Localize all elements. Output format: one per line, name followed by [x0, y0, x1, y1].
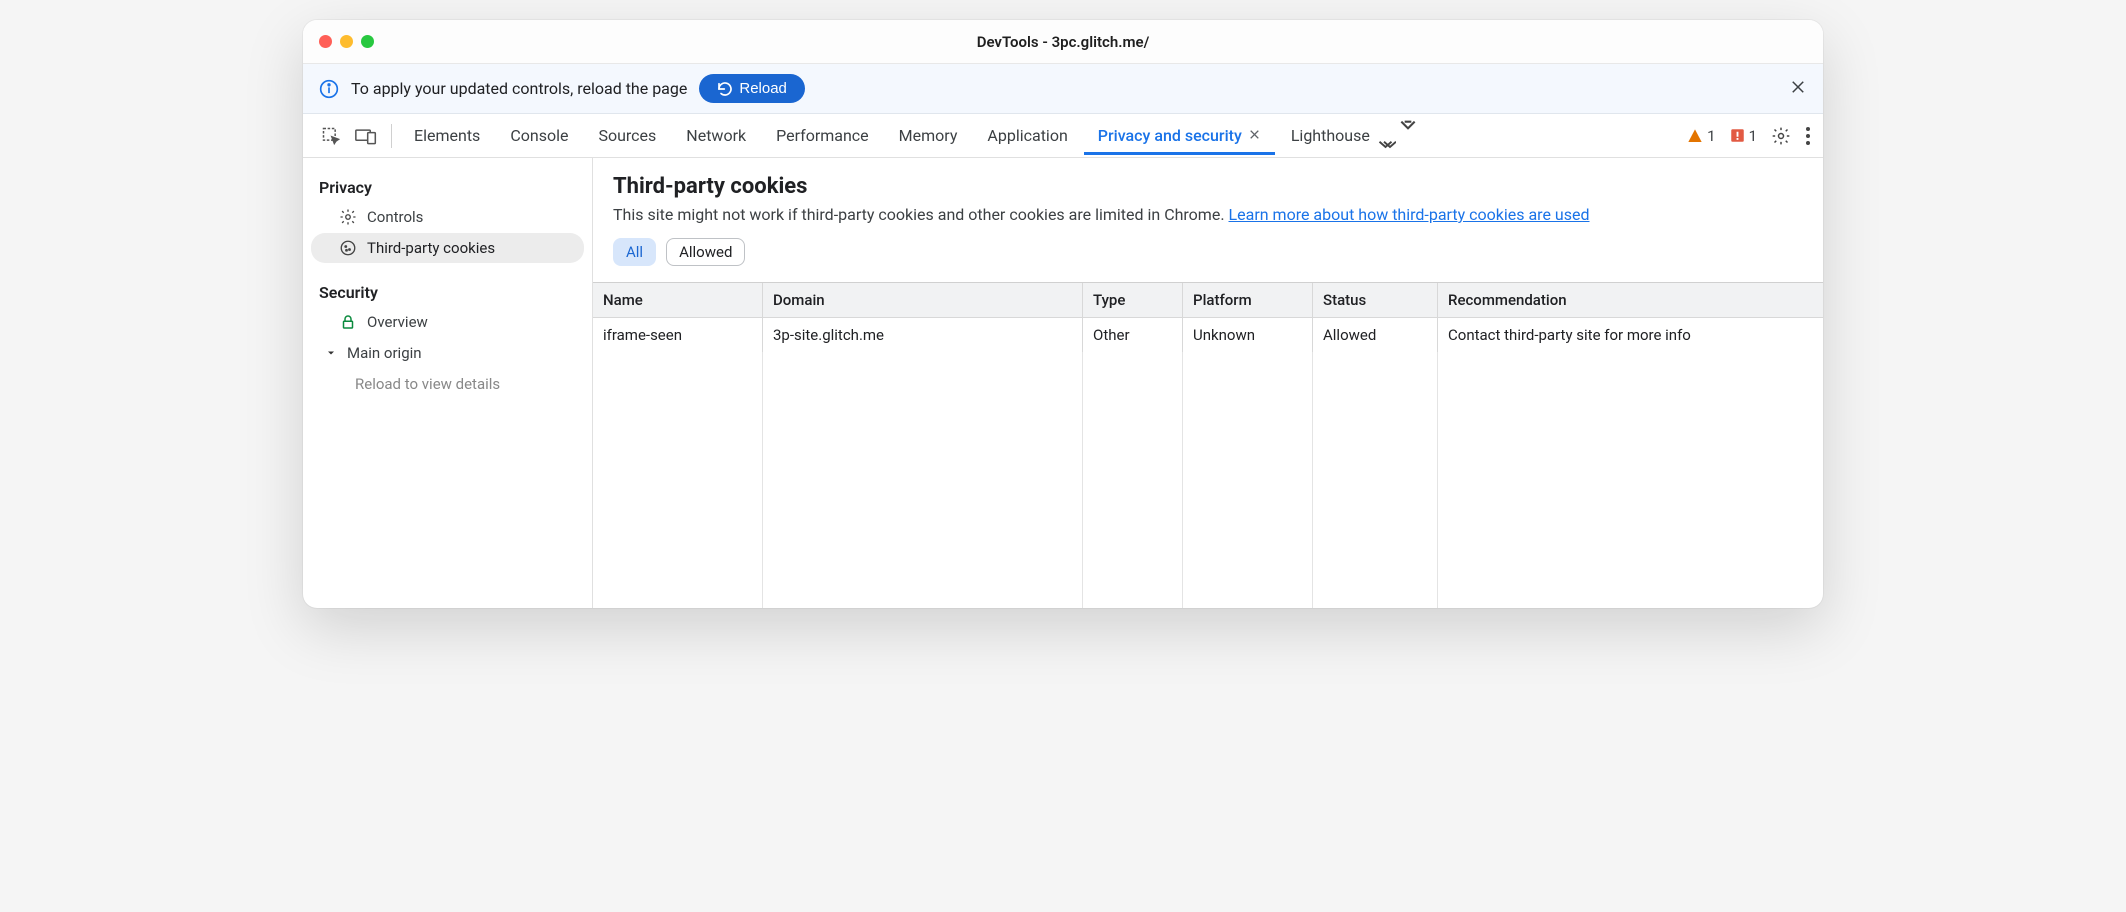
col-type[interactable]: Type: [1083, 283, 1183, 317]
cell-platform: Unknown: [1183, 318, 1313, 352]
content: Privacy Controls Third-party cookies Sec…: [303, 158, 1823, 608]
sidebar-item-controls[interactable]: Controls: [311, 202, 584, 232]
col-name[interactable]: Name: [593, 283, 763, 317]
tab-elements[interactable]: Elements: [400, 116, 494, 155]
more-menu-icon[interactable]: [1805, 126, 1811, 146]
reload-button[interactable]: Reload: [699, 74, 805, 103]
sidebar-item-overview[interactable]: Overview: [311, 307, 584, 337]
cookies-table: Name Domain Type Platform Status Recomme…: [593, 282, 1823, 608]
tabbar: Elements Console Sources Network Perform…: [303, 114, 1823, 158]
tab-privacy-security[interactable]: Privacy and security: [1084, 116, 1275, 155]
device-toolbar-icon[interactable]: [349, 122, 383, 150]
window-title: DevTools - 3pc.glitch.me/: [303, 33, 1823, 51]
sidebar-group-security: Security: [303, 277, 592, 306]
issue-count: 1: [1749, 127, 1757, 145]
tab-memory[interactable]: Memory: [885, 116, 972, 155]
lock-icon: [339, 313, 357, 331]
devtools-window: DevTools - 3pc.glitch.me/ To apply your …: [303, 20, 1823, 608]
tab-performance[interactable]: Performance: [762, 116, 883, 155]
cell-status: Allowed: [1313, 318, 1438, 352]
zoom-window-button[interactable]: [361, 35, 374, 48]
close-infobar-button[interactable]: [1789, 78, 1807, 100]
filter-all[interactable]: All: [613, 238, 656, 266]
window-controls: [319, 35, 374, 48]
tab-application[interactable]: Application: [973, 116, 1081, 155]
col-recommendation[interactable]: Recommendation: [1438, 283, 1823, 317]
more-tabs-icon[interactable]: [1392, 111, 1426, 161]
cell-type: Other: [1083, 318, 1183, 352]
titlebar: DevTools - 3pc.glitch.me/: [303, 20, 1823, 64]
table-row[interactable]: iframe-seen 3p-site.glitch.me Other Unkn…: [593, 318, 1823, 352]
tab-console[interactable]: Console: [496, 116, 582, 155]
page-heading: Third-party cookies: [613, 174, 1807, 199]
sidebar-group-privacy: Privacy: [303, 172, 592, 201]
gear-icon: [339, 208, 357, 226]
page-description: This site might not work if third-party …: [613, 205, 1807, 224]
infobar: To apply your updated controls, reload t…: [303, 64, 1823, 114]
sidebar-item-main-origin[interactable]: Main origin: [311, 338, 584, 368]
sidebar-item-label: Third-party cookies: [367, 239, 495, 257]
tabbar-right: 1 1: [1687, 126, 1817, 146]
close-window-button[interactable]: [319, 35, 332, 48]
info-icon: [319, 79, 339, 99]
warning-badge[interactable]: 1: [1687, 127, 1715, 145]
tab-sources[interactable]: Sources: [584, 116, 670, 155]
cell-recommendation: Contact third-party site for more info: [1438, 318, 1823, 352]
filter-row: All Allowed: [613, 238, 1807, 266]
sidebar-item-label: Controls: [367, 208, 423, 226]
tab-network[interactable]: Network: [672, 116, 760, 155]
col-status[interactable]: Status: [1313, 283, 1438, 317]
minimize-window-button[interactable]: [340, 35, 353, 48]
sidebar-item-label: Overview: [367, 313, 428, 331]
sidebar-reload-hint: Reload to view details: [311, 369, 584, 399]
cookie-icon: [339, 239, 357, 257]
inspect-element-icon[interactable]: [315, 122, 347, 150]
warning-count: 1: [1707, 127, 1715, 145]
sidebar: Privacy Controls Third-party cookies Sec…: [303, 158, 593, 608]
filter-allowed[interactable]: Allowed: [666, 238, 745, 266]
separator: [391, 124, 392, 148]
sidebar-item-label: Main origin: [347, 344, 422, 362]
tab-lighthouse[interactable]: Lighthouse: [1277, 116, 1384, 155]
sidebar-item-third-party-cookies[interactable]: Third-party cookies: [311, 233, 584, 263]
close-tab-icon[interactable]: [1248, 126, 1261, 145]
col-domain[interactable]: Domain: [763, 283, 1083, 317]
cell-domain: 3p-site.glitch.me: [763, 318, 1083, 352]
learn-more-link[interactable]: Learn more about how third-party cookies…: [1229, 205, 1590, 224]
reload-button-label: Reload: [739, 80, 787, 97]
main-panel: Third-party cookies This site might not …: [593, 158, 1823, 608]
col-platform[interactable]: Platform: [1183, 283, 1313, 317]
infobar-text: To apply your updated controls, reload t…: [351, 79, 687, 98]
caret-down-icon: [325, 347, 337, 359]
issue-badge[interactable]: 1: [1730, 127, 1757, 145]
cell-name: iframe-seen: [593, 318, 763, 352]
settings-icon[interactable]: [1771, 126, 1791, 146]
table-header-row: Name Domain Type Platform Status Recomme…: [593, 283, 1823, 318]
